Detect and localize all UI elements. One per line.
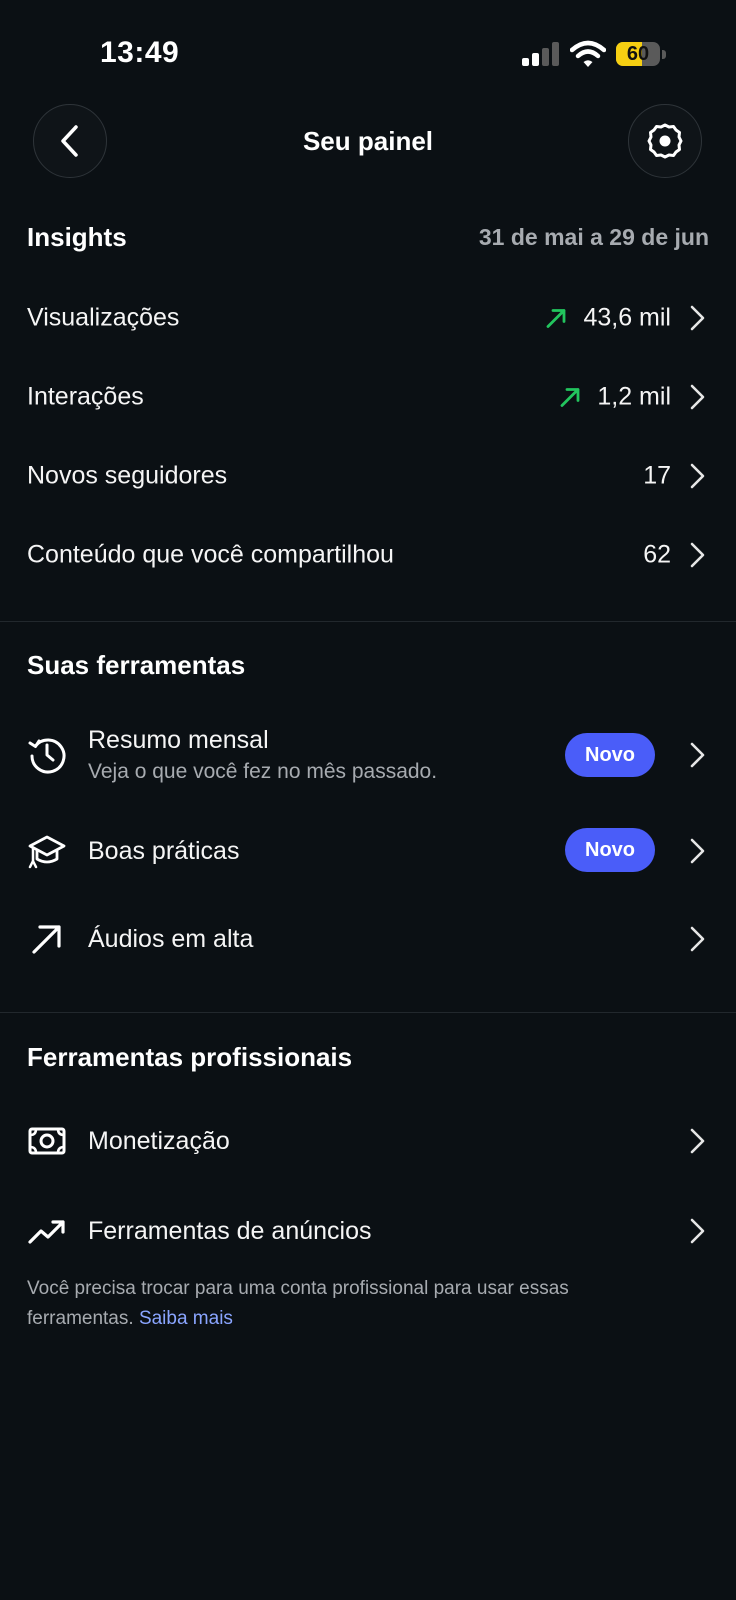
tools-heading: Suas ferramentas bbox=[27, 650, 246, 680]
money-icon bbox=[28, 1127, 66, 1155]
trend-up-icon bbox=[547, 308, 566, 328]
insight-value: 1,2 mil bbox=[597, 382, 671, 411]
battery-indicator: 60 bbox=[616, 42, 660, 66]
pro-account-note: Você precisa trocar para uma conta profi… bbox=[27, 1274, 667, 1334]
note-text: Você precisa trocar para uma conta profi… bbox=[27, 1278, 569, 1329]
graduation-cap-icon bbox=[28, 835, 66, 869]
insight-row-shared-content[interactable]: Conteúdo que você compartilhou 62 bbox=[0, 520, 736, 590]
status-time: 13:49 bbox=[100, 36, 180, 69]
section-divider bbox=[0, 621, 736, 622]
gear-icon bbox=[647, 123, 683, 159]
trend-up-icon bbox=[560, 387, 580, 407]
insight-value: 62 bbox=[643, 540, 671, 569]
tool-title: Boas práticas bbox=[88, 837, 240, 865]
insight-label: Visualizações bbox=[27, 303, 180, 332]
new-badge: Novo bbox=[565, 733, 655, 777]
insight-row-new-followers[interactable]: Novos seguidores 17 bbox=[0, 441, 736, 511]
tool-subtitle: Veja o que você fez no mês passado. bbox=[88, 760, 438, 783]
history-clock-icon bbox=[28, 738, 66, 774]
tool-title: Ferramentas de anúncios bbox=[88, 1217, 372, 1245]
chevron-right-icon bbox=[690, 742, 705, 768]
insight-value-wrap: 62 bbox=[643, 541, 671, 570]
insights-heading: Insights bbox=[27, 222, 127, 252]
insight-row-interactions[interactable]: Interações 1,2 mil bbox=[0, 362, 736, 432]
status-bar: 13:49 60 bbox=[0, 0, 736, 100]
page-title: Seu painel bbox=[302, 126, 434, 156]
chevron-right-icon bbox=[690, 838, 705, 864]
new-badge: Novo bbox=[565, 828, 655, 872]
insight-row-views[interactable]: Visualizações 43,6 mil bbox=[0, 283, 736, 353]
insight-value-wrap: 1,2 mil bbox=[559, 383, 671, 412]
chevron-right-icon bbox=[690, 926, 705, 952]
chevron-right-icon bbox=[690, 542, 705, 568]
insight-value: 17 bbox=[643, 461, 671, 490]
wifi-icon bbox=[570, 40, 606, 67]
tool-item-monthly-summary[interactable]: Resumo mensal Veja o que você fez no mês… bbox=[0, 712, 736, 798]
insight-label: Interações bbox=[27, 382, 144, 411]
tool-title: Monetização bbox=[88, 1127, 230, 1155]
date-range[interactable]: 31 de mai a 29 de jun bbox=[479, 224, 709, 251]
tool-item-best-practices[interactable]: Boas práticas Novo bbox=[0, 818, 736, 884]
learn-more-link[interactable]: Saiba mais bbox=[139, 1308, 233, 1329]
insight-label: Novos seguidores bbox=[27, 461, 228, 490]
insight-value-wrap: 43,6 mil bbox=[545, 304, 671, 333]
tool-item-monetization[interactable]: Monetização bbox=[0, 1108, 736, 1174]
cellular-signal-icon bbox=[522, 42, 559, 66]
chevron-right-icon bbox=[690, 1128, 705, 1154]
battery-percent: 60 bbox=[626, 43, 650, 65]
tool-title: Áudios em alta bbox=[88, 925, 254, 953]
tool-title: Resumo mensal bbox=[88, 726, 269, 754]
arrow-up-right-icon bbox=[32, 925, 61, 954]
chevron-right-icon bbox=[690, 1218, 705, 1244]
battery-cap bbox=[662, 50, 666, 59]
trending-up-icon bbox=[28, 1220, 65, 1244]
top-navigation: Seu painel bbox=[0, 104, 736, 178]
chevron-right-icon bbox=[690, 305, 705, 331]
pro-tools-heading: Ferramentas profissionais bbox=[27, 1042, 353, 1072]
insight-value-wrap: 17 bbox=[643, 462, 671, 491]
settings-button[interactable] bbox=[628, 104, 702, 178]
tool-item-ad-tools[interactable]: Ferramentas de anúncios bbox=[0, 1198, 736, 1264]
insight-label: Conteúdo que você compartilhou bbox=[27, 540, 394, 569]
chevron-right-icon bbox=[690, 384, 705, 410]
tool-item-trending-audio[interactable]: Áudios em alta bbox=[0, 906, 736, 972]
section-divider bbox=[0, 1012, 736, 1013]
insight-value: 43,6 mil bbox=[583, 303, 671, 332]
chevron-right-icon bbox=[690, 463, 705, 489]
